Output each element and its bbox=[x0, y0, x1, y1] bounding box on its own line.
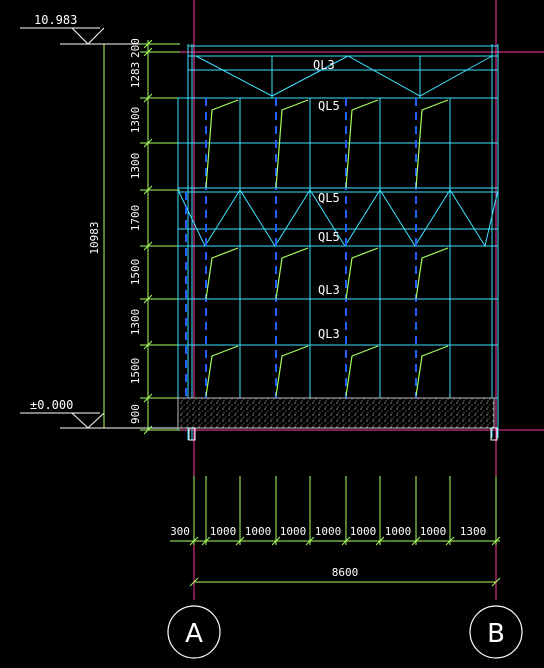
vdim-label: 1500 bbox=[129, 259, 142, 286]
elevation-drawing: 10.983 ±0.000 200 1283 1300 1300 1700 15… bbox=[20, 0, 544, 659]
ground-elevation-marker: ±0.000 bbox=[20, 398, 180, 429]
hdim-label: 300 bbox=[170, 525, 190, 538]
hdim-label: 1000 bbox=[385, 525, 412, 538]
beam-label: QL3 bbox=[318, 283, 340, 297]
ground-elevation-label: ±0.000 bbox=[30, 398, 73, 412]
total-height-label: 10983 bbox=[88, 221, 101, 254]
beam-label: QL5 bbox=[318, 99, 340, 113]
beam-label: QL3 bbox=[313, 58, 335, 72]
axis-label-b: B bbox=[487, 619, 505, 649]
hdim-label: 1000 bbox=[280, 525, 307, 538]
drawing-canvas[interactable]: 10.983 ±0.000 200 1283 1300 1300 1700 15… bbox=[0, 0, 544, 668]
hdim-label: 1000 bbox=[315, 525, 342, 538]
total-width-label: 8600 bbox=[332, 566, 359, 579]
foundation-base bbox=[177, 397, 495, 429]
axis-bubble-b[interactable]: B bbox=[469, 605, 523, 659]
horizontal-dimension-labels: 300 1000 1000 1000 1000 1000 1000 1000 1… bbox=[170, 525, 486, 579]
beam-label: QL5 bbox=[318, 230, 340, 244]
hdim-label: 1300 bbox=[460, 525, 487, 538]
vertical-dimension-labels: 200 1283 1300 1300 1700 1500 1300 1500 9… bbox=[88, 38, 142, 424]
top-elevation-label: 10.983 bbox=[34, 13, 77, 27]
vdim-label: 200 bbox=[129, 38, 142, 58]
beam-label: QL3 bbox=[318, 327, 340, 341]
green-braces bbox=[205, 99, 449, 397]
vdim-label: 1300 bbox=[129, 153, 142, 180]
vdim-label: 1300 bbox=[129, 107, 142, 134]
hdim-label: 1000 bbox=[420, 525, 447, 538]
axis-label-a: A bbox=[185, 619, 203, 649]
vdim-label: 1700 bbox=[129, 205, 142, 232]
hdim-label: 1000 bbox=[210, 525, 237, 538]
top-elevation-marker: 10.983 bbox=[20, 13, 180, 45]
beam-label: QL5 bbox=[318, 191, 340, 205]
axis-bubble-a[interactable]: A bbox=[167, 605, 221, 659]
vdim-label: 1283 bbox=[129, 62, 142, 89]
vdim-label: 900 bbox=[129, 404, 142, 424]
hdim-label: 1000 bbox=[245, 525, 272, 538]
axis-lines bbox=[176, 0, 544, 600]
vertical-dimension-chain bbox=[103, 39, 180, 435]
vdim-label: 1300 bbox=[129, 309, 142, 336]
hdim-label: 1000 bbox=[350, 525, 377, 538]
vdim-label: 1500 bbox=[129, 358, 142, 385]
